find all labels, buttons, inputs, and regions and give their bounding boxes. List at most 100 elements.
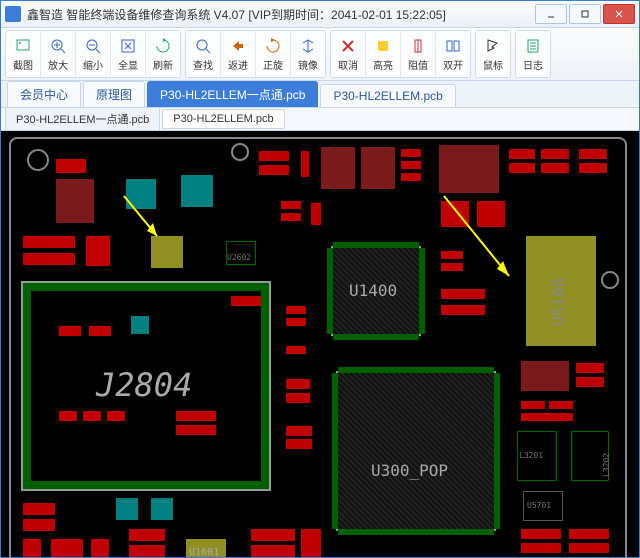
component-u2602[interactable] — [226, 241, 256, 265]
pad — [23, 539, 41, 557]
app-icon — [5, 6, 21, 22]
pad — [321, 147, 355, 189]
maximize-button[interactable] — [569, 4, 601, 24]
component-u5100[interactable] — [526, 236, 596, 346]
pad — [521, 361, 569, 391]
pad — [541, 163, 569, 173]
toolbar-正旋[interactable]: 正旋 — [256, 31, 291, 77]
component-small-chip[interactable] — [151, 236, 183, 268]
toolbar-label: 刷新 — [153, 57, 173, 72]
component-cap[interactable] — [151, 498, 173, 520]
pad — [521, 543, 561, 553]
pad — [176, 411, 216, 421]
toolbar-icon — [14, 37, 32, 55]
component-cap[interactable] — [116, 498, 138, 520]
pad — [576, 377, 604, 387]
component-u5701[interactable] — [523, 491, 563, 521]
toolbar-全显[interactable]: 全显 — [111, 31, 146, 77]
component-j2804[interactable] — [21, 281, 271, 491]
pad — [569, 529, 609, 539]
component-l3202[interactable] — [571, 431, 609, 481]
toolbar-label: 全显 — [118, 57, 138, 72]
titlebar: 鑫智造 智能终端设备维修查询系统 V4.07 [VIP到期时间：2041-02-… — [1, 1, 639, 28]
toolbar-阻值[interactable]: 阻值 — [401, 31, 436, 77]
pad — [521, 529, 561, 539]
pad — [301, 529, 321, 557]
document-tabs: P30-HL2ELLEM一点通.pcbP30-HL2ELLEM.pcb — [1, 108, 639, 131]
pad — [56, 179, 94, 223]
pad — [286, 393, 310, 403]
toolbar-label: 鼠标 — [483, 57, 503, 72]
toolbar-icon — [49, 37, 67, 55]
pcb-canvas[interactable]: J2804 U1400 U5100 U300_POP — [1, 131, 639, 557]
toolbar-label: 日志 — [523, 57, 543, 72]
toolbar-刷新[interactable]: 刷新 — [146, 31, 180, 77]
mount-hole — [231, 143, 249, 161]
doc-tab[interactable]: P30-HL2ELLEM一点通.pcb — [5, 107, 160, 131]
doc-tab[interactable]: P30-HL2ELLEM.pcb — [162, 109, 284, 129]
close-button[interactable] — [603, 4, 635, 24]
pad — [281, 201, 301, 209]
component-cap[interactable] — [126, 179, 156, 209]
toolbar-icon — [229, 37, 247, 55]
toolbar-icon — [194, 37, 212, 55]
pad — [439, 145, 499, 193]
component-u1601[interactable] — [186, 539, 226, 557]
pad — [59, 411, 77, 421]
pad — [401, 173, 421, 181]
pad — [541, 149, 569, 159]
pad — [89, 326, 111, 336]
main-tab[interactable]: 会员中心 — [7, 81, 81, 107]
pad — [251, 545, 295, 557]
window-title: 鑫智造 智能终端设备维修查询系统 V4.07 [VIP到期时间：2041-02-… — [27, 6, 533, 23]
pad — [301, 151, 309, 177]
pad — [259, 165, 289, 175]
pad — [83, 411, 101, 421]
toolbar-缩小[interactable]: 缩小 — [76, 31, 111, 77]
pad — [259, 151, 289, 161]
pad — [549, 401, 573, 409]
pad — [509, 149, 535, 159]
toolbar-双开[interactable]: 双开 — [436, 31, 470, 77]
toolbar: 截图放大缩小全显刷新查找返进正旋镜像取消高亮阻值双开 鼠标 日志 — [1, 28, 639, 81]
pad — [23, 253, 75, 265]
toolbar-高亮[interactable]: 高亮 — [366, 31, 401, 77]
toolbar-放大[interactable]: 放大 — [41, 31, 76, 77]
main-tab[interactable]: P30-HL2ELLEM一点通.pcb — [147, 81, 318, 107]
component-cap[interactable] — [181, 175, 213, 207]
toolbar-label: 高亮 — [373, 57, 393, 72]
pad — [579, 149, 607, 159]
pad — [281, 213, 301, 221]
toolbar-icon — [339, 37, 357, 55]
component-u300[interactable] — [336, 371, 496, 531]
toolbar-label: 放大 — [48, 57, 68, 72]
pad — [401, 149, 421, 157]
pad — [51, 539, 83, 557]
toolbar-日志[interactable]: 日志 — [516, 31, 550, 77]
pad — [23, 503, 55, 515]
toolbar-镜像[interactable]: 镜像 — [291, 31, 325, 77]
toolbar-返进[interactable]: 返进 — [221, 31, 256, 77]
component-l3201[interactable] — [517, 431, 557, 481]
toolbar-截图[interactable]: 截图 — [6, 31, 41, 77]
toolbar-鼠标[interactable]: 鼠标 — [476, 31, 510, 77]
component-u1400[interactable] — [331, 246, 421, 336]
toolbar-icon — [484, 37, 502, 55]
pad — [86, 236, 110, 266]
pad — [521, 413, 573, 421]
component-cap[interactable] — [131, 316, 149, 334]
main-tab[interactable]: 原理图 — [83, 81, 145, 107]
pad — [286, 439, 312, 449]
main-tab[interactable]: P30-HL2ELLEM.pcb — [320, 84, 455, 107]
toolbar-查找[interactable]: 查找 — [186, 31, 221, 77]
toolbar-取消[interactable]: 取消 — [331, 31, 366, 77]
toolbar-icon — [444, 37, 462, 55]
pad — [509, 163, 535, 173]
toolbar-label: 双开 — [443, 57, 463, 72]
toolbar-icon — [119, 37, 137, 55]
toolbar-icon — [154, 37, 172, 55]
minimize-button[interactable] — [535, 4, 567, 24]
pad — [441, 289, 485, 299]
toolbar-label: 缩小 — [83, 57, 103, 72]
pad — [107, 411, 125, 421]
